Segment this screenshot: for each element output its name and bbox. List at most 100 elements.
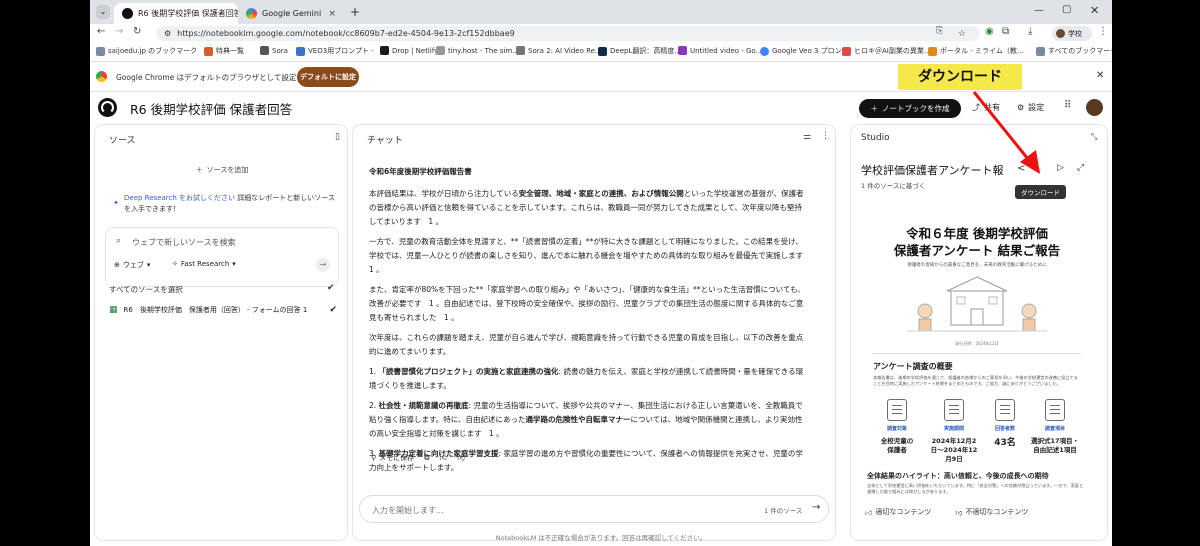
bookmark-item[interactable]: ポータル - ミライム（教... — [928, 46, 1024, 56]
bookmark-item[interactable]: 特典一覧 — [204, 46, 244, 56]
bookmark-item[interactable]: saijoedu.jp のブックマーク — [96, 46, 197, 56]
deep-research-link[interactable]: Deep Research をお試しください — [124, 194, 235, 202]
copy-icon[interactable]: ⧉ — [424, 453, 429, 463]
download-callout: ダウンロード — [898, 64, 1022, 90]
reload-icon[interactable]: ↻ — [133, 26, 141, 37]
notebook-title[interactable]: R6 後期学校評価 保護者回答 — [130, 99, 292, 118]
response-paragraph: 一方で、児童の教育活動全体を見渡すと、**「読書習慣の定着」**が特に大きな課題… — [369, 237, 804, 274]
more-vert-icon[interactable]: ⋮ — [821, 131, 830, 141]
fullscreen-icon[interactable]: ⤢ — [1077, 163, 1084, 173]
bookmark-item[interactable]: ヒロキ＠AI副業の異業... — [842, 46, 930, 56]
forward-icon[interactable]: → — [115, 26, 123, 37]
profile-button[interactable]: 学校 — [1052, 26, 1092, 41]
bookmark-label: saijoedu.jp のブックマーク — [108, 47, 198, 55]
infographic-subtitle: 保護者の皆様からの貴重なご意見を、未来の教育活動に繋げるために — [907, 263, 1047, 268]
sheets-icon: ▦ — [109, 305, 118, 315]
close-icon[interactable]: ✕ — [1096, 70, 1104, 81]
save-note-button[interactable]: ⚲ メモに保存 — [371, 453, 414, 463]
tune-icon[interactable]: ⚌ — [803, 132, 811, 142]
stat-caption: 調査対象 — [886, 426, 907, 432]
menu-dots-icon[interactable]: ⋮ — [1098, 26, 1108, 37]
thumbs-up-icon: 👍︎ — [865, 508, 873, 517]
search-input[interactable]: ウェブで新しいソースを検索 — [132, 237, 236, 248]
set-default-button[interactable]: デフォルトに設定 — [297, 67, 359, 87]
extension-icon[interactable]: ◉ — [985, 26, 994, 37]
profile-label: 学校 — [1068, 29, 1082, 38]
address-bar[interactable]: ⚙ https://notebooklm.google.com/notebook… — [156, 26, 980, 41]
button-label: 不適切なコンテンツ — [965, 508, 1029, 516]
report-source-count: 1 件のソースに基づく — [861, 182, 926, 190]
panel-title: Studio — [861, 133, 890, 143]
button-label: ノートブックを作成 — [882, 104, 950, 113]
all-bookmarks[interactable]: すべてのブックマーク — [1036, 46, 1112, 56]
play-icon[interactable]: ▷ — [1057, 163, 1064, 173]
chat-input[interactable]: 入力を開始します... — [372, 505, 444, 516]
tab-title: R6 後期学校評価 保護者回答 — [138, 9, 238, 18]
submit-arrow-icon[interactable]: → — [316, 258, 330, 272]
thumbs-down-icon[interactable]: 👎︎ — [457, 453, 465, 463]
chat-panel: チャット ⚌ ⋮ 令和6年度後期学校評価報告書 本評価結果は、学校が日頃から注力… — [352, 124, 836, 541]
infographic-preview[interactable]: 令和６年度 後期学校評価 保護者アンケート 結果ご報告 保護者の皆様からの貴重な… — [855, 201, 1099, 495]
panel-title: チャット — [367, 136, 403, 146]
site-info-icon[interactable]: ⚙ — [164, 29, 171, 38]
research-icon: ✧ — [172, 260, 178, 268]
apps-grid-icon[interactable]: ⠿ — [1064, 100, 1071, 111]
red-arrow-icon — [972, 91, 1040, 174]
tab-title: Google Gemini — [262, 9, 322, 18]
browser-toolbar: ← → ↻ ⚙ https://notebooklm.google.com/no… — [90, 24, 1112, 43]
select-all-checkbox[interactable]: ✔ — [327, 283, 335, 293]
stat-value: 全校児童の保護者 — [880, 437, 914, 454]
stat-value: 選択式17項目・自由記述1項目 — [1030, 437, 1080, 454]
citation-chip[interactable]: 1 — [489, 429, 494, 438]
section-text: 本報告書は、後期の学校評価を通じて、保護者の皆様からのご意見を伺い、今後の学校運… — [873, 375, 1078, 386]
feedback-row: 👍︎ 適切なコンテンツ 👎︎ 不適切なコンテンツ — [865, 507, 1028, 517]
bookmark-item[interactable]: DeepL翻訳：高精度... — [598, 46, 680, 56]
browser-window: ⌄ R6 後期学校評価 保護者回答 × Google Gemini × + — … — [90, 0, 1112, 546]
create-notebook-button[interactable]: ＋ノートブックを作成 — [859, 99, 961, 118]
section-text: 全体として学校運営に高い評価をいただいています。特に「安全対策」への信頼が際立っ… — [867, 483, 1084, 494]
bookmark-icon — [260, 46, 269, 55]
tab-search-icon[interactable]: ⌄ — [96, 5, 110, 19]
bookmark-item[interactable]: Drop | Netlify — [380, 46, 438, 55]
install-app-icon[interactable]: ⎘ — [936, 26, 943, 36]
add-source-button[interactable]: ＋ソースを追加 — [109, 161, 335, 179]
bad-content-button[interactable]: 👎︎ 不適切なコンテンツ — [955, 507, 1028, 517]
minimize-icon[interactable]: — — [1034, 5, 1044, 16]
fast-research-chip[interactable]: ✧ Fast Research ▾ — [172, 260, 236, 268]
source-item[interactable]: ▦ R6 後期学校評価 保護者用（回答） - フォームの回答 1 ✔ — [109, 305, 337, 315]
bookmark-item[interactable]: Google Veo 3 プロン... — [760, 46, 848, 56]
bookmark-item[interactable]: VEO3用プロンプト - G... — [296, 46, 376, 56]
good-content-button[interactable]: 👍︎ 適切なコンテンツ — [865, 507, 931, 517]
bookmark-icon — [598, 46, 607, 56]
citation-chip[interactable]: 1 — [428, 217, 433, 226]
sparkle-search-icon: ✦ — [113, 199, 119, 207]
text: また、肯定率が80%を下回った**「家庭学習への取り組み」や「あいさつ」、「健康… — [369, 285, 805, 322]
avatar[interactable] — [1086, 99, 1103, 116]
collapse-icon[interactable]: ⤡ — [1091, 132, 1097, 142]
new-tab-icon[interactable]: + — [350, 5, 360, 19]
web-chip[interactable]: ⊕ ウェブ ▾ — [114, 260, 150, 270]
bookmark-item[interactable]: Sora — [260, 46, 288, 55]
download-toolbar-icon[interactable]: ⤓ — [1028, 26, 1032, 37]
maximize-icon[interactable]: ▢ — [1062, 4, 1071, 15]
bookmark-star-icon[interactable]: ☆ — [958, 29, 966, 39]
collapse-panel-icon[interactable]: ▯ — [335, 132, 340, 142]
citation-chip[interactable]: 1 — [444, 313, 449, 322]
bookmark-item[interactable]: Untitled video - Go... — [678, 46, 762, 55]
tab-strip: ⌄ R6 後期学校評価 保護者回答 × Google Gemini × + — … — [90, 0, 1112, 24]
bookmark-item[interactable]: Sora 2: AI Video Re... — [516, 46, 602, 55]
extensions-puzzle-icon[interactable]: ⧉ — [1002, 26, 1009, 37]
citation-chip[interactable]: 1 — [369, 265, 374, 274]
close-window-icon[interactable]: ✕ — [1090, 4, 1099, 17]
send-icon[interactable]: → — [812, 502, 820, 513]
source-checkbox[interactable]: ✔ — [329, 305, 337, 315]
tab-gemini[interactable]: Google Gemini × — [238, 3, 344, 24]
bookmark-item[interactable]: tiny.host - The sim... — [436, 46, 524, 55]
bookmark-label: 特典一覧 — [216, 47, 244, 55]
back-icon[interactable]: ← — [97, 26, 105, 37]
close-icon[interactable]: × — [328, 9, 336, 19]
folder-icon — [96, 46, 105, 56]
thumbs-up-icon[interactable]: 👍︎ — [440, 453, 448, 463]
response-actions: ⚲ メモに保存 ⧉ 👍︎ 👎︎ — [371, 453, 465, 463]
tab-notebooklm[interactable]: R6 後期学校評価 保護者回答 × — [114, 3, 238, 24]
